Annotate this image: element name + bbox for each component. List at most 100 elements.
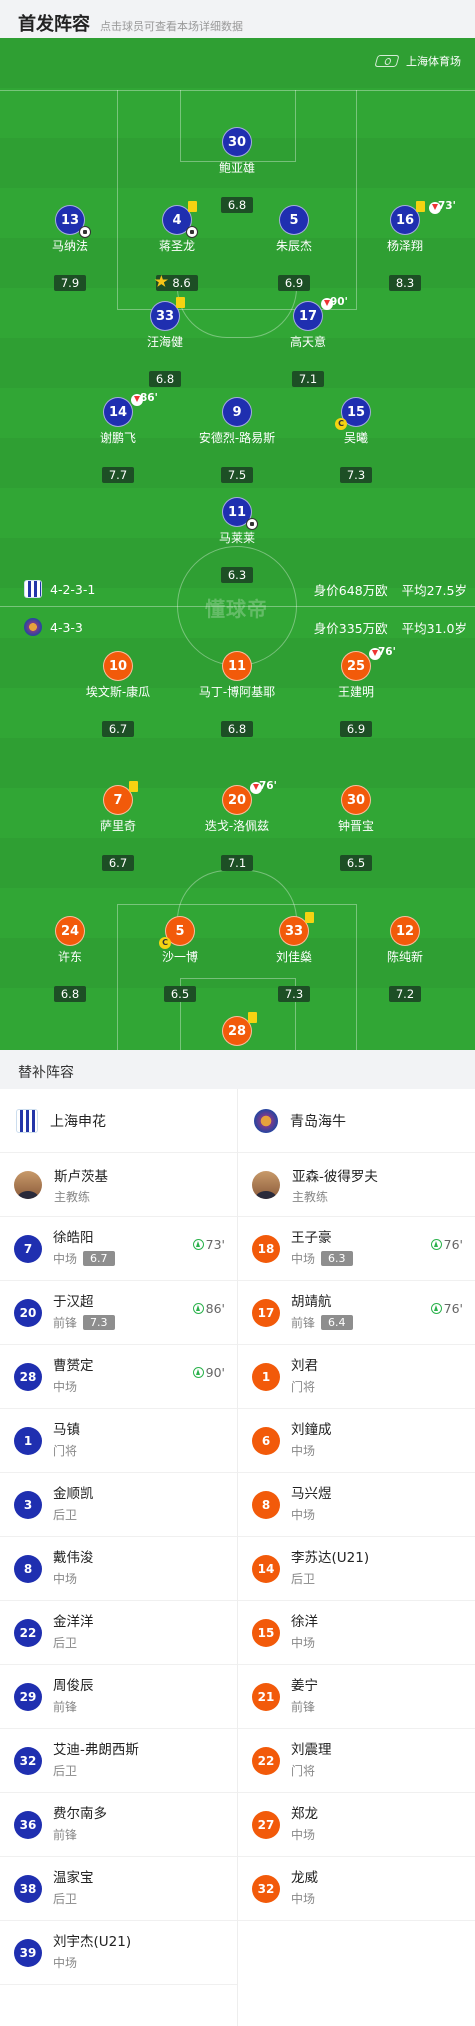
away-player[interactable]: 10 埃文斯-康瓜 6.7: [68, 651, 168, 737]
goal-ball-icon: [79, 226, 91, 238]
player-number-badge: 13: [55, 205, 91, 238]
home-player[interactable]: 33 汪海健 6.8: [115, 297, 215, 387]
avatar: [14, 1170, 42, 1199]
away-player[interactable]: 12 陈纯新 7.2: [355, 916, 455, 1002]
player-number-badge: 8: [14, 1554, 42, 1583]
away-coach[interactable]: 亚森-彼得罗夫 主教练: [238, 1153, 475, 1217]
player-number: 11: [227, 504, 247, 520]
away-player[interactable]: 28牟鹏飞7.5: [187, 1012, 287, 1050]
player-rating: 7.5: [220, 467, 254, 483]
player-name: 萨里奇: [99, 819, 136, 833]
home-player[interactable]: 17 90' 高天意 7.1: [258, 296, 358, 387]
home-coach[interactable]: 斯卢茨基 主教练: [0, 1153, 237, 1217]
sub-time-value: 76': [443, 1301, 463, 1316]
player-meta: 中场: [53, 1378, 94, 1395]
sub-on-icon: [430, 1239, 442, 1250]
player-rating: 7.1: [291, 371, 325, 387]
player-number: 25: [346, 658, 366, 674]
away-player[interactable]: 24 许东 6.8: [20, 916, 120, 1002]
player-meta: 后卫: [53, 1890, 94, 1907]
sub-player-row[interactable]: 27 郑龙 中场: [238, 1793, 475, 1857]
yellow-card-icon: [416, 201, 425, 212]
player-number-badge: 22: [252, 1746, 280, 1775]
away-player[interactable]: 20 76' 迭戈-洛佩兹 7.1: [187, 780, 287, 871]
home-player[interactable]: 4 蒋圣龙 8.6: [127, 201, 227, 291]
away-player[interactable]: 25 76' 王建明 6.9: [306, 646, 406, 737]
player-number-badge: 29: [14, 1682, 42, 1711]
player-name: 费尔南多: [53, 1806, 107, 1822]
player-name: 王建明: [337, 685, 374, 699]
sub-player-row[interactable]: 28 曹赟定 中场 90': [0, 1345, 237, 1409]
player-position: 前锋: [291, 1700, 316, 1714]
player-number: 24: [60, 923, 80, 939]
player-number-badge: 9: [222, 397, 252, 427]
sub-player-row[interactable]: 1 马镇 门将: [0, 1409, 237, 1473]
sub-on-time: 76': [430, 1237, 463, 1252]
player-number: 33: [284, 923, 304, 939]
page-subtitle: 点击球员可查看本场详细数据: [100, 20, 243, 33]
home-coach-name: 斯卢茨基: [54, 1168, 108, 1185]
sub-player-row[interactable]: 8 马兴煜 中场: [238, 1473, 475, 1537]
sub-on-icon: [192, 1303, 204, 1314]
home-player[interactable]: 30 鲍亚雄 6.8: [187, 127, 287, 213]
away-player[interactable]: 5 C 沙一博 6.5: [130, 916, 230, 1002]
player-rating: 6.3: [220, 567, 254, 583]
sub-player-row[interactable]: 29 周俊辰 前锋: [0, 1665, 237, 1729]
home-player[interactable]: 9 安德烈-路易斯 7.5: [187, 397, 287, 483]
player-number-badge: 22: [14, 1618, 42, 1647]
sub-player-row[interactable]: 32 龙威 中场: [238, 1857, 475, 1921]
player-name: 马纳法: [51, 239, 88, 253]
sub-player-row[interactable]: 38 温家宝 后卫: [0, 1857, 237, 1921]
away-player[interactable]: 33 刘佳燊 7.3: [244, 912, 344, 1002]
home-player[interactable]: 11 马莱莱 6.3: [187, 497, 287, 583]
player-rating: 6.8: [53, 986, 87, 1002]
sub-player-row[interactable]: 17 胡靖航 前锋 6.4 76': [238, 1281, 475, 1345]
sub-player-row[interactable]: 18 王子豪 中场 6.3 76': [238, 1217, 475, 1281]
sub-player-row[interactable]: 22 金洋洋 后卫: [0, 1601, 237, 1665]
player-name: 钟晋宝: [337, 819, 374, 833]
sub-player-row[interactable]: 36 费尔南多 前锋: [0, 1793, 237, 1857]
sub-player-row[interactable]: 6 刘鐘成 中场: [238, 1409, 475, 1473]
player-number-badge: 17 90': [293, 296, 348, 331]
sub-player-row[interactable]: 21 姜宁 前锋: [238, 1665, 475, 1729]
player-number: 4: [172, 212, 182, 228]
sub-player-row[interactable]: 15 徐洋 中场: [238, 1601, 475, 1665]
sub-player-row[interactable]: 1 刘君 门将: [238, 1345, 475, 1409]
away-team-name: 青岛海牛: [290, 1113, 346, 1130]
sub-player-row[interactable]: 3 金顺凯 后卫: [0, 1473, 237, 1537]
sub-player-row[interactable]: 7 徐皓阳 中场 6.7 73': [0, 1217, 237, 1281]
sub-player-row[interactable]: 20 于汉超 前锋 7.3 86': [0, 1281, 237, 1345]
player-number-badge: 20 76': [222, 780, 277, 815]
away-coach-name: 亚森-彼得罗夫: [292, 1168, 378, 1185]
sub-on-time: 73': [192, 1237, 225, 1252]
home-player[interactable]: 13 马纳法 7.9: [20, 205, 120, 291]
player-rating: 6.3: [321, 1251, 353, 1266]
player-name: 艾迪-弗朗西斯: [53, 1742, 139, 1758]
home-team-row[interactable]: 上海申花: [0, 1089, 237, 1153]
player-number-badge: 27: [252, 1810, 280, 1839]
away-team-row[interactable]: 青岛海牛: [238, 1089, 475, 1153]
away-player[interactable]: 30 钟晋宝 6.5: [306, 785, 406, 871]
home-player[interactable]: 16 73' 杨泽翔 8.3: [355, 200, 456, 291]
sub-player-row[interactable]: 14 李苏达(U21) 后卫: [238, 1537, 475, 1601]
sub-player-row[interactable]: 32 艾迪-弗朗西斯 后卫: [0, 1729, 237, 1793]
player-position: 中场: [291, 1892, 316, 1906]
player-number-badge: 3: [14, 1490, 42, 1519]
away-player[interactable]: 11 马丁-博阿基耶 6.8: [187, 651, 287, 737]
player-name: 刘鐘成: [291, 1422, 332, 1438]
sub-player-row[interactable]: 8 戴伟浚 中场: [0, 1537, 237, 1601]
player-meta: 门将: [291, 1378, 318, 1395]
player-number-badge: 32: [14, 1746, 42, 1775]
sub-player-row[interactable]: 22 刘震理 门将: [238, 1729, 475, 1793]
player-position: 中场: [53, 1252, 78, 1266]
home-player[interactable]: 14 86' 谢鹏飞 7.7: [68, 392, 168, 483]
player-number-badge: 38: [14, 1874, 42, 1903]
player-meta: 后卫: [291, 1570, 369, 1587]
player-position: 中场: [291, 1828, 316, 1842]
home-player[interactable]: 15 C 吴曦 7.3: [306, 397, 406, 483]
player-position: 中场: [53, 1380, 78, 1394]
away-player[interactable]: 7 萨里奇 6.7: [68, 781, 168, 871]
sub-player-row[interactable]: 39 刘宇杰(U21) 中场: [0, 1921, 237, 1985]
subs-title: 替补阵容: [0, 1050, 475, 1089]
home-player[interactable]: 5 朱辰杰 6.9: [244, 205, 344, 291]
